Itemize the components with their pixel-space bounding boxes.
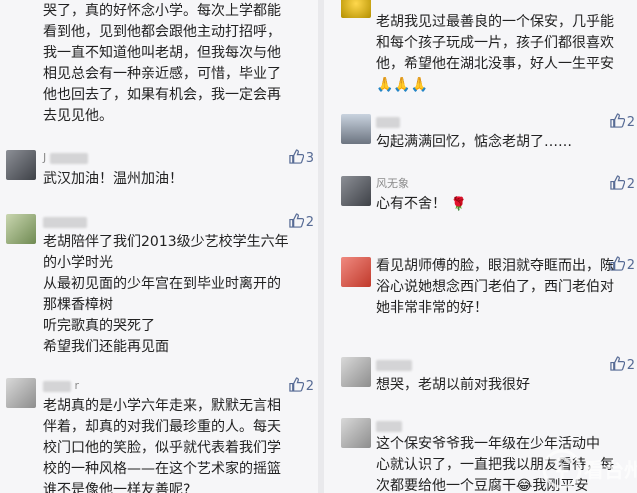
comment-text: 老胡真的是小学六年走来，默默无言相 伴着，却真的对我们最珍重的人。每天 校门口他… xyxy=(43,396,281,493)
comment-text: 心有不舍！ 🌹 xyxy=(376,194,467,215)
like-button[interactable]: 2 xyxy=(610,356,635,374)
comment-line: 我一直不知道他叫老胡，但我每次与他 xyxy=(43,45,281,61)
comment-line: 他也回去了，如果有机会，我一定会再 xyxy=(43,87,281,103)
comment-line: 哭了，真的好怀念小学。每次上学都能 xyxy=(43,3,281,19)
pray-emoji-row: 🙏🙏🙏 xyxy=(376,75,614,96)
comment-line: 看见胡师傅的脸，眼泪就夺眶而出，陈 xyxy=(376,258,614,274)
commenter-name: 风无象 xyxy=(376,177,409,190)
comment-line: 和每个孩子玩成一片，孩子们都很喜欢 xyxy=(376,35,614,51)
commenter-name xyxy=(43,215,87,229)
avatar[interactable] xyxy=(341,418,371,448)
comment-text: 武汉加油！温州加油！ xyxy=(43,169,183,190)
comment-line: 勾起满满回忆，惦念老胡了…… xyxy=(376,134,572,150)
comment-line: 那棵香樟树 xyxy=(43,297,113,313)
comment-line: 听完歌真的哭死了 xyxy=(43,318,155,334)
comment-text: 老胡我见过最善良的一个保安，几乎能 和每个孩子玩成一片，孩子们都很喜欢 他，希望… xyxy=(376,12,614,96)
avatar[interactable] xyxy=(6,150,36,180)
like-count: 2 xyxy=(626,115,635,130)
comment-line: 校门口他的笑脸，似乎就代表着我们学 xyxy=(43,440,281,456)
like-count: 2 xyxy=(626,358,635,373)
commenter-name xyxy=(376,358,412,372)
comment-text: 老胡陪伴了我们2013级少艺校学生六年 的小学时光 从最初见面的少年宫在到毕业时… xyxy=(43,232,289,358)
thumb-up-icon xyxy=(289,149,304,164)
comment-line: 相见总会有一种亲近感，可惜，毕业了 xyxy=(43,66,281,82)
comment-line: 她非常非常的好！ xyxy=(376,300,488,316)
like-button[interactable]: 2 xyxy=(610,175,635,193)
comment-line: 谁不是像他一样友善呢? xyxy=(43,482,191,493)
like-count: 2 xyxy=(626,177,635,192)
watermark-logo: 看台州 xyxy=(542,449,637,489)
comment-line: 老胡我见过最善良的一个保安，几乎能 xyxy=(376,14,614,30)
watermark-text: 看台州 xyxy=(584,458,637,482)
comment-text: 勾起满满回忆，惦念老胡了…… xyxy=(376,132,572,153)
like-button[interactable]: 2 xyxy=(610,113,635,131)
name-redaction xyxy=(49,152,88,164)
pray-icon: 🙏🙏🙏 xyxy=(376,77,429,93)
like-count: 3 xyxy=(305,151,314,166)
comment-line: 从最初见面的少年宫在到毕业时离开的 xyxy=(43,276,281,292)
commenter-name: r xyxy=(43,379,79,393)
thumb-up-icon xyxy=(610,113,625,128)
name-redaction xyxy=(43,380,71,392)
like-count: 2 xyxy=(305,215,314,230)
thumb-up-icon xyxy=(289,377,304,392)
like-button[interactable]: 2 xyxy=(289,213,314,231)
like-count: 2 xyxy=(305,379,314,394)
avatar[interactable] xyxy=(341,176,371,206)
commenter-name: J xyxy=(43,151,88,165)
name-redaction xyxy=(376,116,400,128)
name-redaction xyxy=(376,359,412,371)
like-count: 2 xyxy=(626,258,635,273)
right-comment-column: 老胡我见过最善良的一个保安，几乎能 和每个孩子玩成一片，孩子们都很喜欢 他，希望… xyxy=(324,0,637,493)
commenter-name xyxy=(376,115,400,129)
avatar[interactable] xyxy=(341,0,371,18)
like-button[interactable]: 2 xyxy=(289,377,314,395)
comment-line: 老胡真的是小学六年走来，默默无言相 xyxy=(43,398,281,414)
comment-line: 看到他，见到他都会跟他主动打招呼， xyxy=(43,24,281,40)
avatar[interactable] xyxy=(341,357,371,387)
name-redaction xyxy=(376,420,402,432)
comment-line: 他，希望他在湖北没事，好人一生平安 xyxy=(376,56,614,72)
comment-line: 去见见他。 xyxy=(43,108,113,124)
avatar[interactable] xyxy=(341,257,371,287)
comment-line: 浴心说她想念西门老伯了，西门老伯对 xyxy=(376,279,614,295)
left-comment-column: 哭了，真的好怀念小学。每次上学都能 看到他，见到他都会跟他主动打招呼， 我一直不… xyxy=(0,0,318,493)
comment-line: 伴着，却真的对我们最珍重的人。每天 xyxy=(43,419,281,435)
thumb-up-icon xyxy=(610,356,625,371)
thumb-up-icon xyxy=(610,175,625,190)
commenter-name xyxy=(376,419,402,433)
like-button[interactable]: 3 xyxy=(289,149,314,167)
comment-text: 哭了，真的好怀念小学。每次上学都能 看到他，见到他都会跟他主动打招呼， 我一直不… xyxy=(43,1,281,127)
avatar[interactable] xyxy=(6,378,36,408)
thumb-up-icon xyxy=(289,213,304,228)
name-redaction xyxy=(43,216,87,228)
avatar[interactable] xyxy=(6,214,36,244)
rose-icon: 🌹 xyxy=(450,197,467,212)
comment-line: 武汉加油！温州加油！ xyxy=(43,171,183,187)
comment-text: 看见胡师傅的脸，眼泪就夺眶而出，陈 浴心说她想念西门老伯了，西门老伯对 她非常非… xyxy=(376,256,614,319)
comment-line: 老胡陪伴了我们2013级少艺校学生六年 xyxy=(43,234,289,250)
comment-line: 校的一种风格——在这个艺术家的摇篮 xyxy=(43,461,281,477)
comment-line: 的小学时光 xyxy=(43,255,113,271)
comment-line: 希望我们还能再见面 xyxy=(43,339,169,355)
comment-line: 心有不舍！ xyxy=(376,196,446,212)
avatar[interactable] xyxy=(341,114,371,144)
comment-text: 想哭，老胡以前对我很好 xyxy=(376,375,530,396)
comment-line: 想哭，老胡以前对我很好 xyxy=(376,377,530,393)
